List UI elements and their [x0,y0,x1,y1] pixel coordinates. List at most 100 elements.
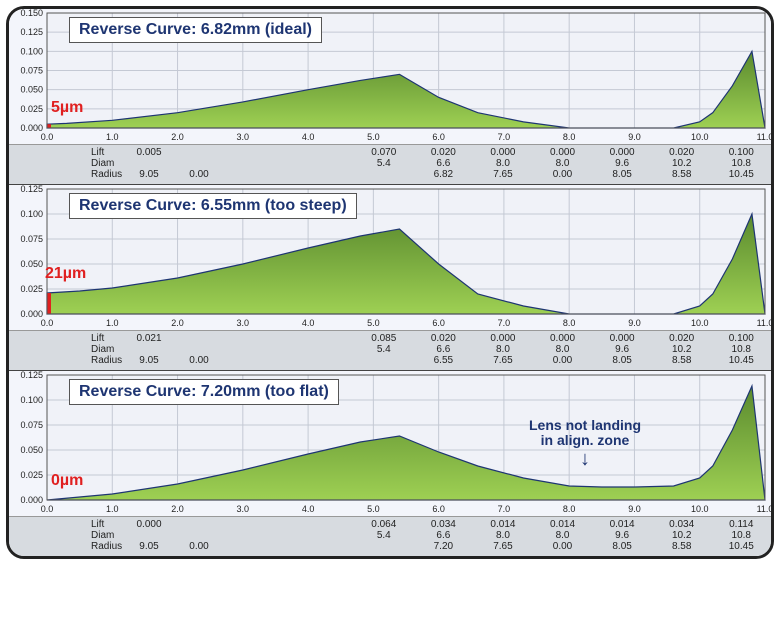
strip-cell: 0.000 [533,333,593,344]
strip-label-diam: Diam [9,158,124,169]
table-row: Lift0.0210.0850.0200.0000.0000.0000.0200… [9,333,771,344]
table-row: Radius9.050.007.207.650.008.058.5810.45 [9,541,771,552]
strip-cell [174,333,224,344]
svg-text:0.000: 0.000 [20,123,43,133]
svg-text:11.0: 11.0 [757,132,771,142]
chart-1: 0.0000.0250.0500.0750.1000.1250.01.02.03… [9,185,771,330]
chart-title-1: Reverse Curve: 6.55mm (too steep) [69,193,357,219]
svg-text:0.050: 0.050 [20,259,43,269]
strip-cell: 10.45 [711,169,771,180]
strip-cell: 0.000 [473,333,533,344]
chart-2: 0.0000.0250.0500.0750.1000.1250.01.02.03… [9,371,771,516]
svg-text:0.050: 0.050 [20,85,43,95]
panel-1: 0.0000.0250.0500.0750.1000.1250.01.02.03… [9,185,771,371]
svg-text:5.0: 5.0 [367,318,380,328]
strip-cell: 0.00 [533,355,593,366]
svg-text:0.0: 0.0 [41,504,54,514]
svg-text:6.0: 6.0 [432,318,445,328]
strip-cell: 8.05 [592,355,652,366]
strip-cell: 0.064 [354,519,414,530]
strip-cell: 5.4 [354,158,414,169]
svg-text:0.075: 0.075 [20,420,43,430]
strip-cell: 9.6 [592,158,652,169]
svg-text:0.025: 0.025 [20,470,43,480]
strip-cell: 0.00 [533,169,593,180]
strip-cell: 6.6 [414,344,474,355]
strip-cell: 8.0 [473,344,533,355]
strip-cell: 6.82 [414,169,474,180]
svg-text:0.025: 0.025 [20,104,43,114]
table-row: Lift0.0050.0700.0200.0000.0000.0000.0200… [9,147,771,158]
svg-text:0.0: 0.0 [41,132,54,142]
svg-text:7.0: 7.0 [498,132,511,142]
strip-cell: 10.45 [711,355,771,366]
strip-cell: 0.005 [124,147,174,158]
strip-label-lift: Lift [9,333,124,344]
strip-cell [354,169,414,180]
strip-cell: 9.05 [124,541,174,552]
table-row: Radius9.050.006.827.650.008.058.5810.45 [9,169,771,180]
strip-cell: 10.2 [652,530,712,541]
strip-cell: 5.4 [354,344,414,355]
svg-text:3.0: 3.0 [237,132,250,142]
svg-text:2.0: 2.0 [171,504,184,514]
svg-text:5.0: 5.0 [367,132,380,142]
strip-cell: 0.00 [174,169,224,180]
svg-text:8.0: 8.0 [563,132,576,142]
strip-cell: 0.034 [652,519,712,530]
svg-text:2.0: 2.0 [171,132,184,142]
strip-cell: 10.2 [652,344,712,355]
svg-text:7.0: 7.0 [498,504,511,514]
strip-label-diam: Diam [9,530,124,541]
strip-cell: 9.6 [592,530,652,541]
svg-text:8.0: 8.0 [563,504,576,514]
strip-cell [354,355,414,366]
data-strip-0: Lift0.0050.0700.0200.0000.0000.0000.0200… [9,144,771,184]
svg-text:0.025: 0.025 [20,284,43,294]
strip-cell: 0.014 [473,519,533,530]
strip-cell [124,158,174,169]
svg-text:11.0: 11.0 [757,504,771,514]
strip-cell [354,541,414,552]
svg-text:9.0: 9.0 [628,132,641,142]
strip-cell: 0.020 [414,147,474,158]
svg-text:9.0: 9.0 [628,318,641,328]
svg-text:8.0: 8.0 [563,318,576,328]
strip-cell: 10.2 [652,158,712,169]
strip-cell: 0.100 [711,147,771,158]
svg-text:6.0: 6.0 [432,504,445,514]
strip-cell [174,530,224,541]
data-strip-1: Lift0.0210.0850.0200.0000.0000.0000.0200… [9,330,771,370]
strip-cell: 8.0 [533,344,593,355]
svg-text:3.0: 3.0 [237,318,250,328]
strip-cell [174,344,224,355]
strip-cell: 6.55 [414,355,474,366]
strip-cell [124,344,174,355]
strip-cell: 8.0 [473,530,533,541]
strip-cell: 7.20 [414,541,474,552]
svg-text:0.100: 0.100 [20,209,43,219]
svg-text:10.0: 10.0 [691,132,709,142]
strip-cell [174,519,224,530]
svg-text:2.0: 2.0 [171,318,184,328]
strip-cell: 0.070 [354,147,414,158]
svg-text:4.0: 4.0 [302,504,315,514]
strip-cell: 8.05 [592,541,652,552]
strip-cell: 10.8 [711,530,771,541]
svg-text:3.0: 3.0 [237,504,250,514]
strip-cell: 6.6 [414,158,474,169]
panel-2: 0.0000.0250.0500.0750.1000.1250.01.02.03… [9,371,771,556]
strip-cell: 8.58 [652,169,712,180]
strip-cell [174,147,224,158]
red-lift-label-0: 5µm [51,99,83,117]
strip-cell: 0.014 [592,519,652,530]
strip-cell [174,158,224,169]
strip-cell: 9.05 [124,169,174,180]
strip-cell: 8.0 [473,158,533,169]
strip-label-diam: Diam [9,344,124,355]
table-row: Diam5.46.68.08.09.610.210.8 [9,158,771,169]
panel-0: 0.0000.0250.0500.0750.1000.1250.1500.01.… [9,9,771,185]
strip-cell: 0.00 [174,541,224,552]
strip-cell: 10.45 [711,541,771,552]
strip-label-lift: Lift [9,147,124,158]
